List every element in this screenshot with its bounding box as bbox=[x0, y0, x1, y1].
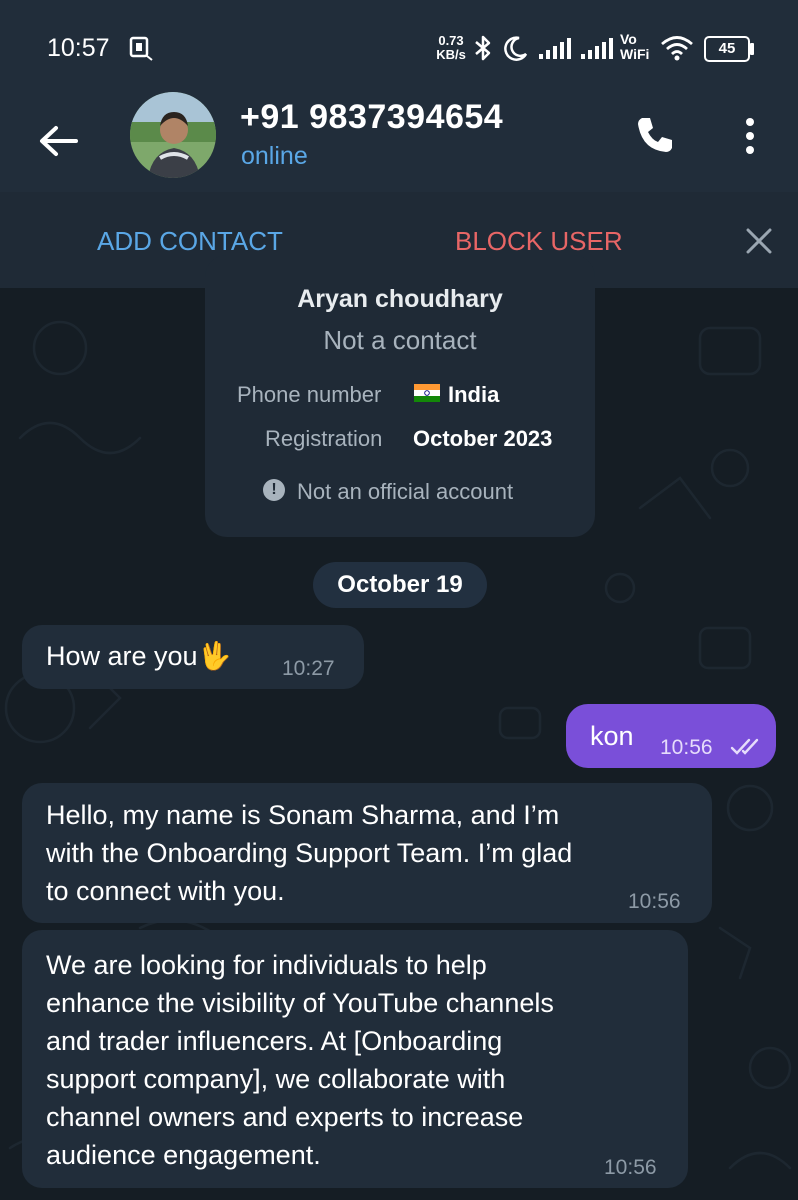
signal-icon bbox=[539, 38, 571, 59]
battery-icon: 45 bbox=[704, 36, 750, 62]
bluetooth-icon bbox=[475, 35, 491, 61]
network-speed: 0.73 KB/s bbox=[436, 33, 466, 62]
message-line: channel owners and experts to increase bbox=[46, 1102, 524, 1132]
signal-icon bbox=[581, 38, 613, 59]
message-bubble-outgoing[interactable]: kon 10:56 bbox=[566, 704, 776, 768]
message-line: and trader influencers. At [Onboarding bbox=[46, 1026, 503, 1056]
message-bubble-incoming[interactable]: We are looking for individuals to help e… bbox=[22, 930, 688, 1188]
moon-icon bbox=[504, 36, 528, 61]
wifi-icon bbox=[661, 36, 693, 61]
message-line: to connect with you. bbox=[46, 876, 285, 906]
close-icon[interactable] bbox=[744, 226, 774, 256]
battery-level: 45 bbox=[718, 40, 736, 57]
message-time: 10:56 bbox=[604, 1156, 657, 1179]
message-bubble-incoming[interactable]: How are you🖖 10:27 bbox=[22, 625, 364, 689]
message-time: 10:27 bbox=[282, 657, 335, 680]
message-text: How are you🖖 bbox=[46, 637, 231, 675]
phone-icon[interactable] bbox=[632, 114, 676, 158]
india-flag-icon bbox=[414, 384, 440, 402]
phone-number-label: Phone number bbox=[237, 382, 382, 407]
more-vertical-icon[interactable] bbox=[736, 116, 764, 156]
status-time: 10:57 bbox=[47, 34, 110, 62]
back-arrow-icon[interactable] bbox=[34, 116, 84, 166]
message-line: support company], we collaborate with bbox=[46, 1064, 506, 1094]
message-line: We are looking for individuals to help bbox=[46, 950, 487, 980]
avatar[interactable] bbox=[130, 92, 216, 178]
message-line: enhance the visibility of YouTube channe… bbox=[46, 988, 554, 1018]
message-line: audience engagement. bbox=[46, 1140, 321, 1170]
official-account-note: Not an official account bbox=[297, 479, 514, 504]
info-name: Aryan choudhary bbox=[297, 285, 503, 313]
sim-card-icon bbox=[129, 36, 153, 61]
battery-tip bbox=[750, 43, 754, 55]
vowifi-indicator: Vo WiFi bbox=[620, 31, 650, 62]
vulcan-salute-emoji: 🖖 bbox=[197, 641, 232, 671]
contact-info-card: Aryan choudhary Not a contact Phone numb… bbox=[205, 255, 595, 537]
message-time: 10:56 bbox=[660, 736, 713, 759]
message-time: 10:56 bbox=[628, 890, 681, 913]
message-line: with the Onboarding Support Team. I’m gl… bbox=[46, 838, 573, 868]
info-subtitle: Not a contact bbox=[323, 325, 477, 355]
contact-status: online bbox=[241, 142, 308, 170]
message-line: Hello, my name is Sonam Sharma, and I’m bbox=[46, 800, 560, 830]
add-contact-button[interactable]: ADD CONTACT bbox=[97, 226, 283, 257]
read-receipt-icon bbox=[730, 738, 759, 755]
registration-value: October 2023 bbox=[413, 426, 553, 451]
block-user-button[interactable]: BLOCK USER bbox=[455, 226, 623, 257]
chat-header: +91 9837394654 online bbox=[0, 92, 798, 192]
phone-number-value: India bbox=[448, 382, 500, 407]
date-separator: October 19 bbox=[313, 562, 487, 608]
status-bar: 10:57 0.73 KB/s Vo WiFi 45 bbox=[0, 0, 798, 92]
contact-name[interactable]: +91 9837394654 bbox=[240, 98, 503, 137]
message-text: kon bbox=[590, 721, 634, 751]
registration-label: Registration bbox=[265, 426, 383, 451]
message-bubble-incoming[interactable]: Hello, my name is Sonam Sharma, and I’m … bbox=[22, 783, 712, 923]
info-alert-icon: ! bbox=[263, 479, 285, 501]
